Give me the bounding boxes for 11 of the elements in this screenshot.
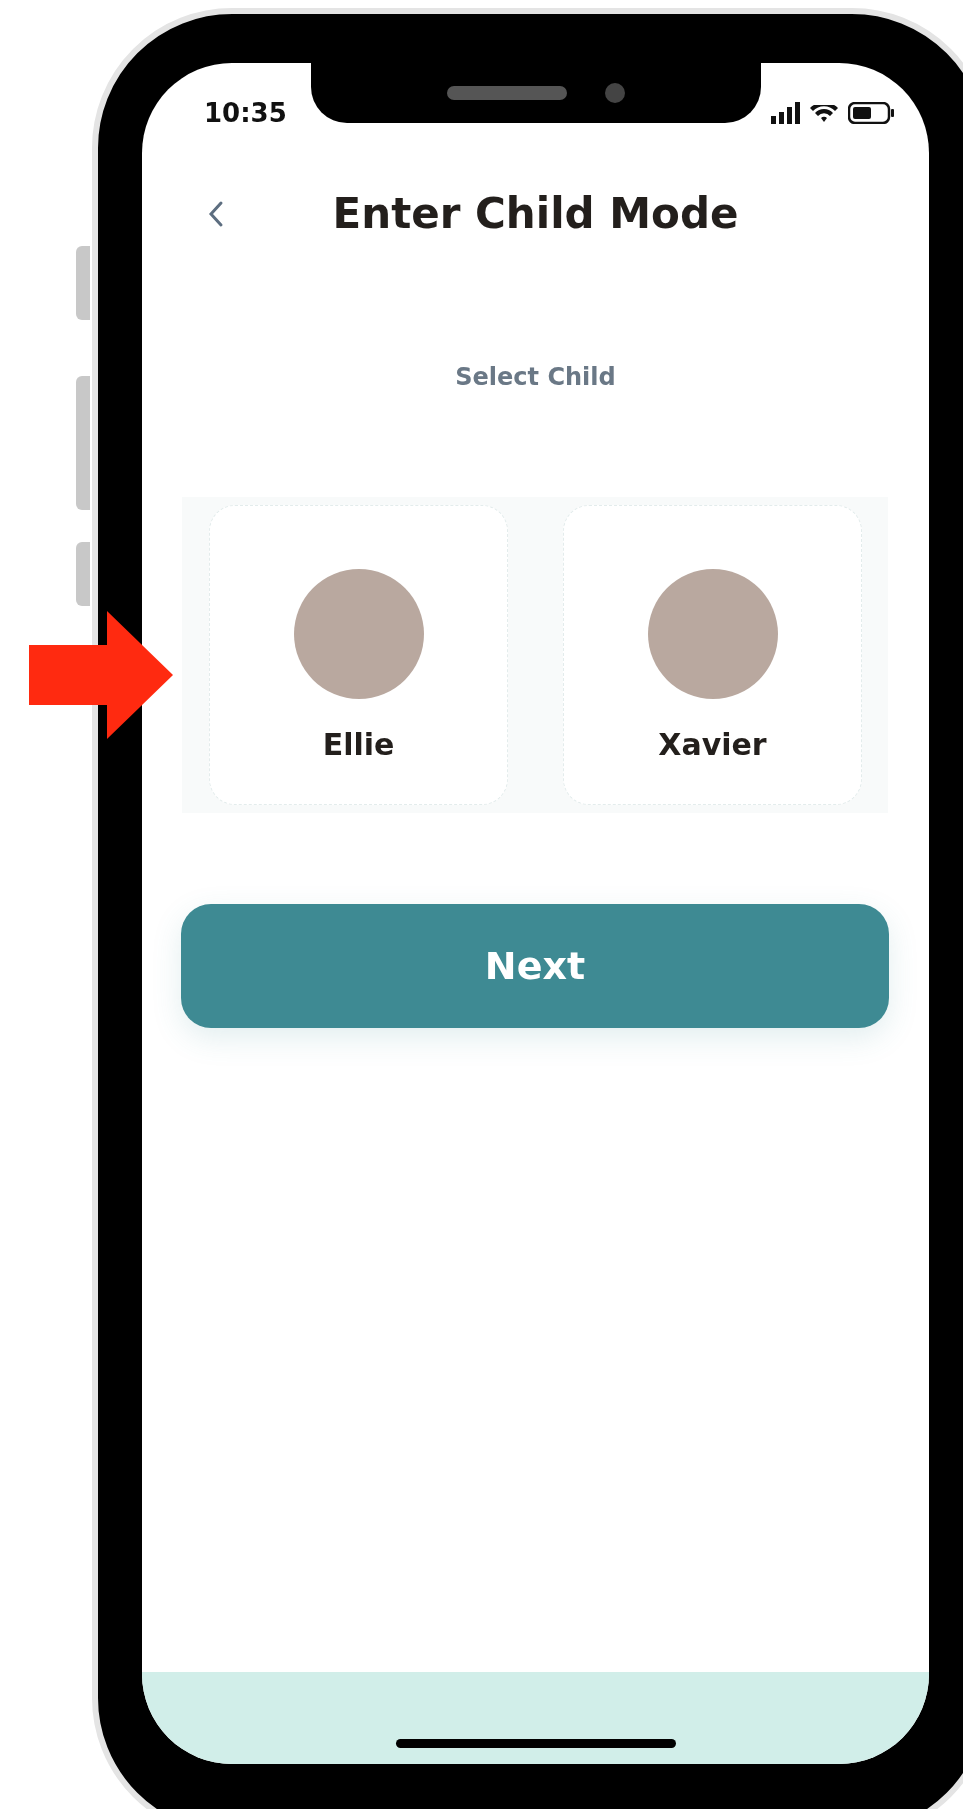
signal-icon [771, 102, 800, 124]
status-time: 10:35 [204, 98, 287, 128]
battery-icon [848, 102, 895, 124]
pointer-arrow-icon [29, 611, 173, 739]
wifi-icon [810, 104, 838, 122]
child-card[interactable]: Ellie [209, 505, 508, 805]
child-card[interactable]: Xavier [563, 505, 862, 805]
section-label: Select Child [454, 363, 617, 391]
next-button[interactable]: Next [181, 904, 889, 1028]
screen-title: Enter Child Mode [332, 189, 739, 238]
back-chevron-icon [208, 199, 224, 228]
